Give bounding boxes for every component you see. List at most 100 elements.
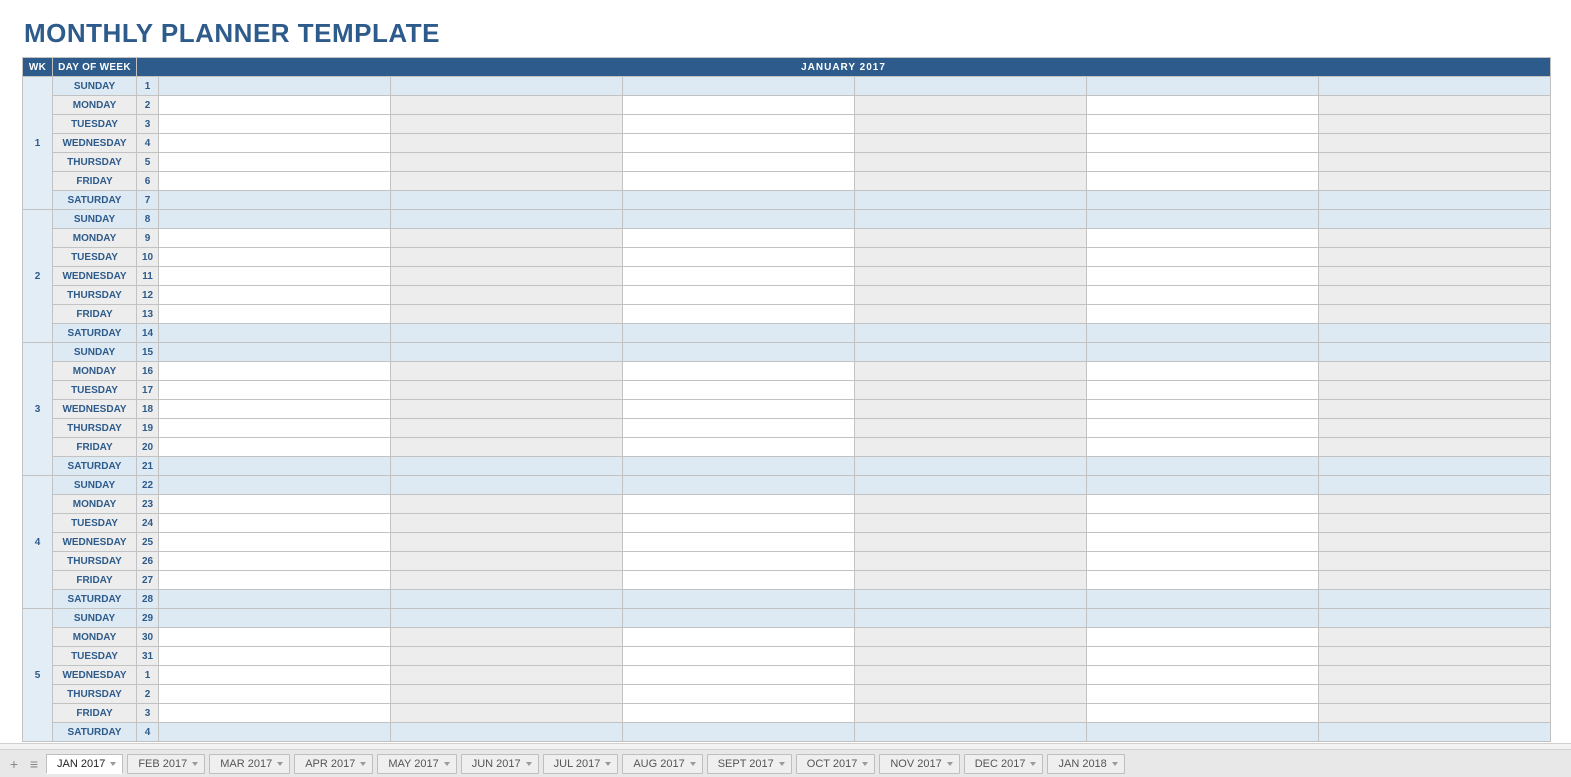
planner-slot[interactable] <box>623 704 855 723</box>
planner-slot[interactable] <box>391 115 623 134</box>
planner-slot[interactable] <box>159 267 391 286</box>
planner-slot[interactable] <box>1319 419 1551 438</box>
planner-slot[interactable] <box>623 476 855 495</box>
planner-slot[interactable] <box>855 229 1087 248</box>
sheet-tab[interactable]: JUN 2017 <box>461 754 539 774</box>
planner-slot[interactable] <box>855 210 1087 229</box>
planner-slot[interactable] <box>1087 324 1319 343</box>
planner-slot[interactable] <box>1087 533 1319 552</box>
planner-slot[interactable] <box>1087 229 1319 248</box>
planner-slot[interactable] <box>855 381 1087 400</box>
planner-slot[interactable] <box>623 286 855 305</box>
sheet-tab[interactable]: MAY 2017 <box>377 754 456 774</box>
planner-slot[interactable] <box>1319 457 1551 476</box>
planner-slot[interactable] <box>159 191 391 210</box>
planner-slot[interactable] <box>391 153 623 172</box>
planner-slot[interactable] <box>1087 210 1319 229</box>
planner-slot[interactable] <box>1319 476 1551 495</box>
planner-slot[interactable] <box>855 248 1087 267</box>
planner-slot[interactable] <box>391 419 623 438</box>
planner-slot[interactable] <box>391 400 623 419</box>
planner-slot[interactable] <box>855 153 1087 172</box>
planner-slot[interactable] <box>1087 400 1319 419</box>
planner-slot[interactable] <box>391 514 623 533</box>
planner-slot[interactable] <box>855 609 1087 628</box>
planner-slot[interactable] <box>391 134 623 153</box>
planner-slot[interactable] <box>1087 134 1319 153</box>
planner-slot[interactable] <box>1087 343 1319 362</box>
planner-slot[interactable] <box>1319 115 1551 134</box>
planner-slot[interactable] <box>1087 362 1319 381</box>
planner-slot[interactable] <box>391 457 623 476</box>
planner-slot[interactable] <box>855 400 1087 419</box>
planner-slot[interactable] <box>623 362 855 381</box>
planner-slot[interactable] <box>1087 476 1319 495</box>
add-sheet-button[interactable]: + <box>6 756 22 772</box>
planner-slot[interactable] <box>1319 685 1551 704</box>
sheet-tab[interactable]: NOV 2017 <box>879 754 959 774</box>
planner-slot[interactable] <box>391 172 623 191</box>
planner-slot[interactable] <box>1319 96 1551 115</box>
planner-slot[interactable] <box>159 172 391 191</box>
planner-slot[interactable] <box>1319 324 1551 343</box>
planner-slot[interactable] <box>855 172 1087 191</box>
planner-slot[interactable] <box>159 685 391 704</box>
planner-slot[interactable] <box>855 514 1087 533</box>
planner-slot[interactable] <box>623 723 855 742</box>
planner-slot[interactable] <box>391 495 623 514</box>
planner-slot[interactable] <box>1087 381 1319 400</box>
planner-slot[interactable] <box>391 77 623 96</box>
planner-slot[interactable] <box>1319 134 1551 153</box>
planner-slot[interactable] <box>1087 153 1319 172</box>
planner-slot[interactable] <box>391 362 623 381</box>
planner-slot[interactable] <box>855 77 1087 96</box>
planner-slot[interactable] <box>391 438 623 457</box>
planner-slot[interactable] <box>1087 267 1319 286</box>
planner-slot[interactable] <box>1319 229 1551 248</box>
planner-slot[interactable] <box>623 210 855 229</box>
planner-slot[interactable] <box>623 400 855 419</box>
planner-slot[interactable] <box>1087 685 1319 704</box>
planner-slot[interactable] <box>623 267 855 286</box>
planner-slot[interactable] <box>855 362 1087 381</box>
planner-slot[interactable] <box>1087 666 1319 685</box>
planner-slot[interactable] <box>391 571 623 590</box>
planner-slot[interactable] <box>855 590 1087 609</box>
planner-slot[interactable] <box>1319 704 1551 723</box>
planner-slot[interactable] <box>623 438 855 457</box>
planner-slot[interactable] <box>623 305 855 324</box>
planner-slot[interactable] <box>623 77 855 96</box>
planner-slot[interactable] <box>159 362 391 381</box>
planner-slot[interactable] <box>623 115 855 134</box>
planner-slot[interactable] <box>1319 286 1551 305</box>
planner-slot[interactable] <box>159 666 391 685</box>
planner-slot[interactable] <box>1087 172 1319 191</box>
planner-slot[interactable] <box>623 590 855 609</box>
planner-slot[interactable] <box>159 134 391 153</box>
planner-slot[interactable] <box>855 134 1087 153</box>
planner-slot[interactable] <box>623 457 855 476</box>
all-sheets-button[interactable]: ≡ <box>26 756 42 772</box>
planner-slot[interactable] <box>1087 419 1319 438</box>
planner-slot[interactable] <box>391 267 623 286</box>
planner-slot[interactable] <box>159 571 391 590</box>
planner-slot[interactable] <box>159 305 391 324</box>
planner-slot[interactable] <box>159 457 391 476</box>
planner-slot[interactable] <box>391 647 623 666</box>
planner-slot[interactable] <box>391 324 623 343</box>
planner-slot[interactable] <box>1319 552 1551 571</box>
planner-slot[interactable] <box>159 343 391 362</box>
planner-slot[interactable] <box>855 305 1087 324</box>
planner-slot[interactable] <box>1087 552 1319 571</box>
horizontal-scrollbar[interactable] <box>0 743 1571 750</box>
planner-slot[interactable] <box>159 210 391 229</box>
sheet-tab[interactable]: OCT 2017 <box>796 754 876 774</box>
planner-slot[interactable] <box>1087 305 1319 324</box>
planner-slot[interactable] <box>1319 590 1551 609</box>
planner-slot[interactable] <box>855 704 1087 723</box>
planner-slot[interactable] <box>1087 115 1319 134</box>
planner-slot[interactable] <box>391 590 623 609</box>
planner-slot[interactable] <box>1087 438 1319 457</box>
planner-slot[interactable] <box>623 229 855 248</box>
planner-slot[interactable] <box>623 571 855 590</box>
